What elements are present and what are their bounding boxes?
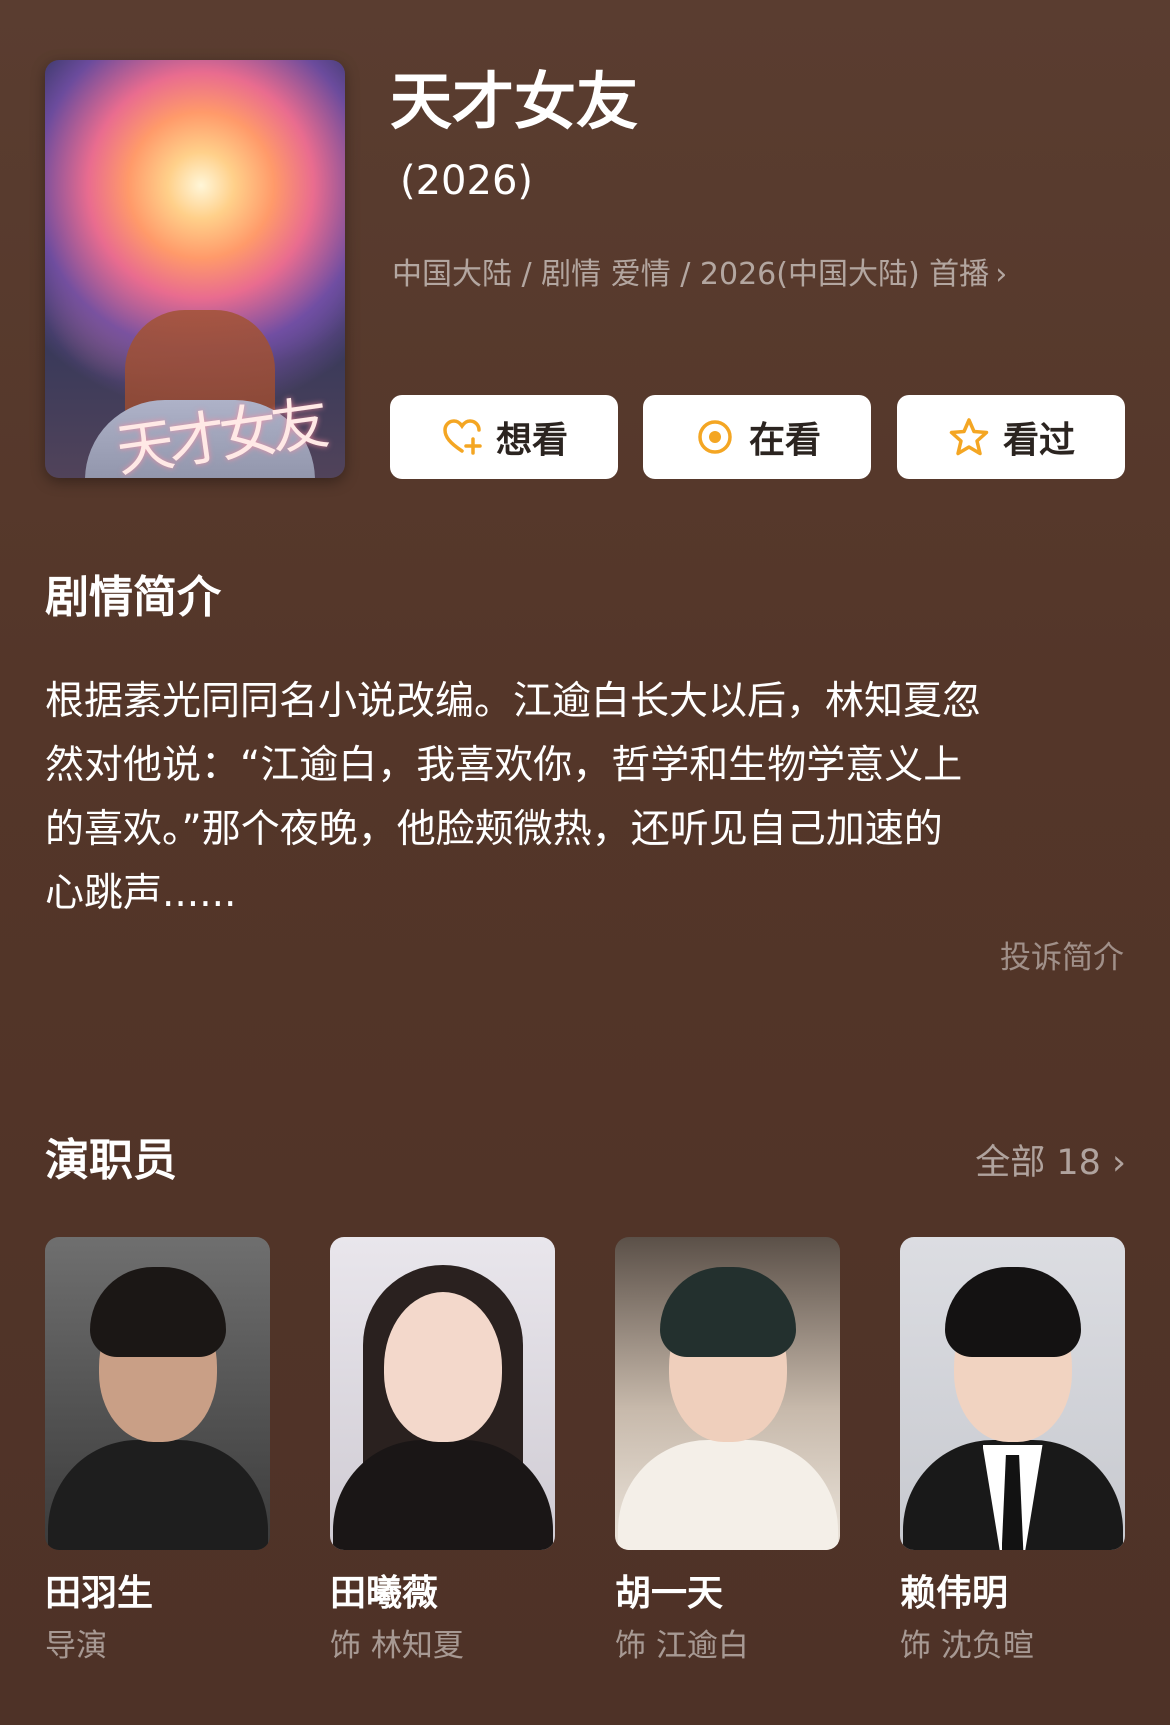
synopsis-body: 根据素光同同名小说改编。江逾白长大以后，林知夏忽 然对他说：“江逾白，我喜欢你，… [45,670,1130,926]
cast-photo-torso [617,1440,838,1550]
cast-photo-head [383,1292,502,1442]
cast-heading: 演职员 [45,1135,177,1186]
movie-year: (2026) [400,158,534,204]
chevron-right-icon: › [995,257,1008,292]
cast-name: 田曦薇 [330,1573,439,1614]
cast-role: 导演 [45,1628,107,1664]
movie-poster[interactable]: 天才女友 [45,60,345,478]
action-bar: 想看 在看 看过 [390,395,1125,479]
cast-photo [900,1237,1125,1550]
cast-photo [330,1237,555,1550]
cast-name: 田羽生 [45,1573,154,1614]
cast-all-link[interactable]: 全部 18 › [975,1141,1126,1185]
watching-button[interactable]: 在看 [643,395,871,479]
synopsis-line: 然对他说：“江逾白，我喜欢你，哲学和生物学意义上 [45,743,963,788]
synopsis-line: 心跳声...... [45,871,237,916]
cast-list: 田羽生 导演 田曦薇 饰 林知夏 胡一天 饰 江逾白 赖伟明 饰 沈负暄 [45,1237,1125,1677]
star-icon [947,415,991,459]
cast-photo-hair [944,1267,1081,1357]
cast-card[interactable]: 田羽生 导演 [45,1237,270,1666]
movie-meta-link[interactable]: 中国大陆 / 剧情 爱情 / 2026(中国大陆) 首播 › [392,255,1007,295]
cast-role: 饰 江逾白 [615,1628,749,1664]
watched-label: 看过 [1002,420,1075,461]
heart-plus-icon [440,415,484,459]
cast-photo-torso [47,1440,268,1550]
cast-photo [615,1237,840,1550]
watched-button[interactable]: 看过 [897,395,1125,479]
cast-photo [45,1237,270,1550]
want-to-watch-label: 想看 [495,420,568,461]
cast-photo-hair [659,1267,796,1357]
want-to-watch-button[interactable]: 想看 [390,395,618,479]
synopsis-line: 根据素光同同名小说改编。江逾白长大以后，林知夏忽 [45,679,982,724]
target-icon [693,415,737,459]
cast-name: 胡一天 [615,1573,724,1614]
synopsis-line: 的喜欢。”那个夜晚，他脸颊微热，还听见自己加速的 [45,807,943,852]
cast-all-label: 全部 18 [975,1143,1101,1183]
cast-card[interactable]: 胡一天 饰 江逾白 [615,1237,840,1666]
cast-role: 饰 林知夏 [330,1628,464,1664]
cast-photo-hair [89,1267,226,1357]
cast-role: 饰 沈负暄 [900,1628,1034,1664]
chevron-right-icon: › [1112,1143,1126,1183]
watching-label: 在看 [748,420,821,461]
movie-meta-text: 中国大陆 / 剧情 爱情 / 2026(中国大陆) 首播 [392,257,990,292]
movie-title: 天才女友 [390,65,639,138]
cast-name: 赖伟明 [900,1573,1009,1614]
synopsis-heading: 剧情简介 [45,572,221,623]
cast-card[interactable]: 赖伟明 饰 沈负暄 [900,1237,1125,1666]
cast-card[interactable]: 田曦薇 饰 林知夏 [330,1237,555,1666]
movie-detail-page: 天才女友 天才女友 (2026) 中国大陆 / 剧情 爱情 / 2026(中国大… [0,0,1170,1725]
report-synopsis-link[interactable]: 投诉简介 [1000,938,1124,978]
